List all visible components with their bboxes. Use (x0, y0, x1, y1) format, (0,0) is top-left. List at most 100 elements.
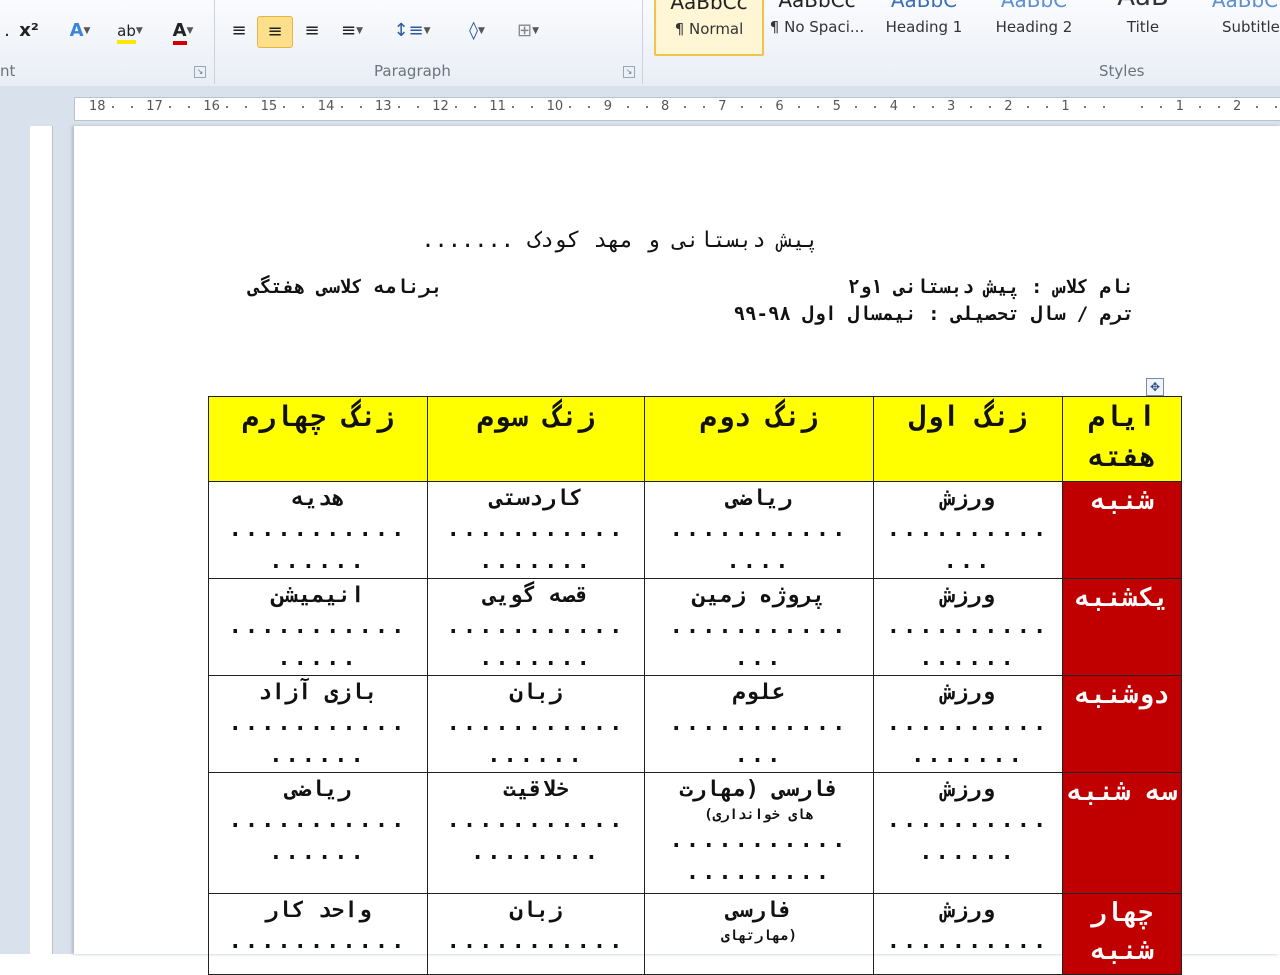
ruler-tick (1255, 106, 1258, 108)
subject-label: هدیه (291, 486, 345, 511)
dotted-fill-line: ........... (228, 614, 408, 639)
ruler-tick (626, 106, 629, 108)
schedule-cell[interactable]: واحد کار........... (208, 893, 428, 975)
style-sample: AaB (1094, 0, 1192, 12)
ruler-tick (187, 106, 190, 108)
text-effects-icon[interactable]: A▼ (60, 16, 100, 46)
ruler-number: 4 (889, 99, 899, 114)
style-no-spacing[interactable]: AaBbCc ¶ No Spaci... (764, 0, 870, 52)
day-cell[interactable]: دوشنبه (1062, 675, 1182, 773)
dotted-fill-line: ....... (479, 646, 593, 671)
style-name: ¶ No Spaci... (769, 18, 865, 36)
day-cell[interactable]: چهار شنبه (1062, 893, 1182, 975)
schedule-cell[interactable]: ورزش............. (873, 481, 1063, 579)
style-sample: AaBbC (1211, 0, 1279, 12)
shading-icon[interactable]: ◊▼ (454, 16, 500, 46)
styles-group-label: Styles (1099, 62, 1145, 80)
schedule-cell[interactable]: پروژه زمین.............. (644, 578, 874, 676)
align-right-icon[interactable]: ≡ (298, 16, 326, 46)
style-heading-2[interactable]: AaBbC Heading 2 (984, 0, 1084, 52)
schedule-cell[interactable]: هدیه................. (208, 481, 428, 579)
schedule-cell[interactable]: زبان........... (427, 893, 645, 975)
table-header-cell[interactable]: زنگ اول (873, 396, 1063, 482)
schedule-cell[interactable]: ورزش.......... (873, 893, 1063, 975)
table-header-cell[interactable]: زنگ چهارم (208, 396, 428, 482)
ruler-number: 8 (661, 99, 670, 114)
ruler-tick (798, 106, 801, 108)
ruler-tick (988, 106, 991, 108)
ruler-tick (1103, 106, 1106, 108)
ruler-tick (931, 106, 934, 108)
subject-label: بازی آزاد (258, 680, 378, 705)
style-title[interactable]: AaB Title (1094, 0, 1192, 52)
ruler-tick (912, 106, 915, 108)
ruler-tick (169, 106, 172, 108)
schedule-cell[interactable]: علوم.............. (644, 675, 874, 773)
schedule-cell[interactable]: ورزش................. (873, 675, 1063, 773)
borders-icon[interactable]: ⊞▼ (506, 16, 550, 46)
dotted-fill-line: .......... (886, 614, 1050, 639)
highlight-icon[interactable]: ab▼ (108, 16, 152, 46)
document-title: پیش دبستانی و مهد کودک ....... (421, 228, 819, 253)
table-header-row: ایام هفته زنگ اول زنگ دوم زنگ سوم زنگ چهارم (208, 396, 1182, 482)
dotted-fill-line: ..... (277, 646, 359, 671)
font-dialog-launcher[interactable]: ↘ (194, 66, 206, 78)
align-center-icon[interactable]: ≡ (257, 16, 293, 48)
font-color-icon[interactable]: A▼ (160, 16, 206, 46)
schedule-cell[interactable]: ریاضی............... (644, 481, 874, 579)
table-header-cell[interactable]: زنگ دوم (644, 396, 874, 482)
table-header-cell[interactable]: ایام هفته (1062, 396, 1182, 482)
dotted-fill-line: ...... (919, 646, 1017, 671)
subject-sublabel: (مهارتهای (721, 928, 797, 944)
subject-label: علوم (732, 680, 786, 705)
day-cell[interactable]: شنبه (1062, 481, 1182, 579)
ruler-number: 3 (947, 99, 956, 114)
schedule-cell[interactable]: فارسی (مهارتهای (644, 893, 874, 975)
ruler-tick (1274, 106, 1277, 108)
table-header-cell[interactable]: زنگ سوم (427, 396, 645, 482)
style-subtitle[interactable]: AaBbC Subtitle (1200, 0, 1280, 52)
style-name: Title (1126, 18, 1160, 36)
style-heading-1[interactable]: AaBbC Heading 1 (874, 0, 974, 52)
dotted-fill-line: ... (734, 743, 784, 768)
schedule-cell[interactable]: بازی آزاد................. (208, 675, 428, 773)
dotted-fill-line: ........... (446, 711, 626, 736)
ruler-tick (512, 106, 515, 108)
schedule-cell[interactable]: کاردستی.................. (427, 481, 645, 579)
style-normal[interactable]: AaBbCc ¶ Normal (654, 0, 764, 56)
ruler-tick (473, 106, 476, 108)
table-move-handle[interactable]: ✥ (1146, 378, 1164, 396)
dotted-fill-line: ... (943, 549, 993, 574)
justify-icon[interactable]: ≡▼ (332, 16, 372, 46)
day-cell[interactable]: یکشنبه (1062, 578, 1182, 676)
subject-label: ریاضی (725, 486, 793, 511)
dotted-fill-line: ...... (269, 549, 367, 574)
ribbon: . x² A▼ ab▼ A▼ nt ↘ ≡ ≡ ≡ ≡▼ ↕≡▼ ◊▼ ⊞▼ P… (0, 0, 1280, 87)
style-sample: AaBbC (890, 0, 958, 12)
schedule-cell[interactable]: قصه گویی.................. (427, 578, 645, 676)
vertical-ruler[interactable] (30, 126, 53, 954)
schedule-cell[interactable]: انیمیشن................ (208, 578, 428, 676)
ruler-number: 16 (203, 99, 220, 114)
day-cell[interactable]: سه شنبه (1062, 772, 1182, 894)
superscript-icon[interactable]: x² (16, 16, 42, 46)
dotted-fill-line: .......... (886, 808, 1050, 833)
paragraph-group-label: Paragraph (374, 62, 451, 80)
ruler-number: 2 (1233, 99, 1242, 114)
table-row: چهار شنبه ورزش.......... فارسی (مهارتهای زبا… (208, 893, 1182, 975)
schedule-cell[interactable]: ریاضی................. (208, 772, 428, 894)
line-spacing-icon[interactable]: ↕≡▼ (392, 16, 432, 46)
subject-label: پروژه زمین (692, 583, 826, 608)
paragraph-dialog-launcher[interactable]: ↘ (623, 66, 635, 78)
schedule-cell[interactable]: ورزش................ (873, 772, 1063, 894)
schedule-cell[interactable]: زبان................. (427, 675, 645, 773)
schedule-cell[interactable]: خلاقیت................... (427, 772, 645, 894)
ruler-tick (531, 106, 534, 108)
ruler-tick (359, 106, 362, 108)
align-left-icon[interactable]: ≡ (226, 16, 252, 46)
horizontal-ruler[interactable]: 18 17 16 15 14 13 12 11 10 9 8 7 6 5 4 3 2 1 1 2 (74, 97, 1280, 121)
style-sample: AaBbC (1000, 0, 1068, 12)
schedule-cell[interactable]: فارسی (مهارت های خوانداری)...............… (644, 772, 874, 894)
term-line: ترم / سال تحصیلی : نیمسال اول ۹۸-۹۹ (733, 303, 1134, 325)
schedule-cell[interactable]: ورزش................ (873, 578, 1063, 676)
